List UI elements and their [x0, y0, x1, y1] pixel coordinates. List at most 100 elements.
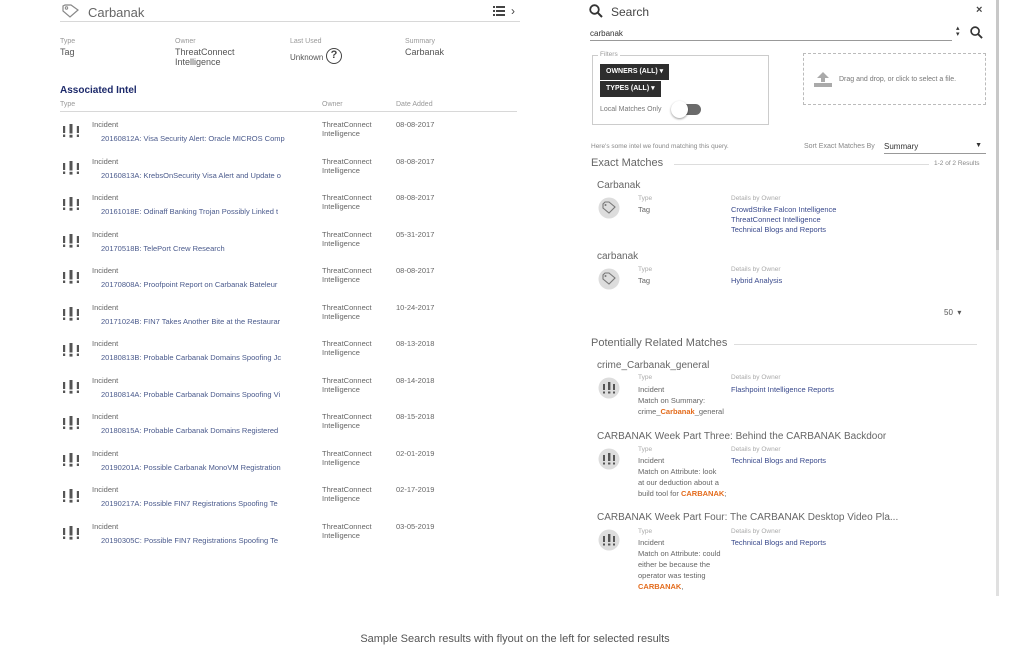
caret-down-icon: ▾ — [957, 308, 962, 317]
row-type: Incident — [92, 375, 119, 385]
incident-icon — [62, 452, 80, 469]
types-filter-button[interactable]: TYPES (ALL) ▾ — [600, 81, 661, 97]
row-name-link[interactable]: 20170518B: TelePort Crew Research — [101, 244, 301, 253]
owner-link[interactable]: Technical Blogs and Reports — [731, 225, 826, 235]
row-name-link[interactable]: 20190217A: Possible FIN7 Registrations S… — [101, 499, 301, 508]
row-name-link[interactable]: 20170808A: Proofpoint Report on Carbanak… — [101, 280, 301, 289]
table-row[interactable]: Incident 20190217A: Possible FIN7 Registr… — [60, 485, 520, 521]
row-date: 08-13-2018 — [396, 339, 435, 348]
row-date: 02-17-2019 — [396, 485, 435, 494]
meta-type-value: Tag — [60, 47, 75, 57]
list-view-icon[interactable] — [493, 6, 505, 18]
incident-icon — [62, 197, 80, 213]
search-input[interactable]: carbanak — [590, 26, 952, 41]
row-name-link[interactable]: 20190201A: Possible Carbanak MonoVM Regi… — [101, 463, 301, 472]
row-name-link[interactable]: 20180815A: Probable Carbanak Domains Reg… — [101, 426, 301, 435]
search-submit-button[interactable] — [970, 26, 983, 41]
search-panel-title: Search — [611, 5, 650, 19]
sort-label: Sort Exact Matches By — [804, 143, 875, 150]
tag-icon — [62, 4, 80, 20]
results-intro: Here's some intel we found matching this… — [591, 143, 729, 150]
exact-match-name[interactable]: carbanak — [597, 251, 638, 262]
row-type: Incident — [92, 156, 119, 166]
row-name-link[interactable]: 20171024B: FIN7 Takes Another Bite at th… — [101, 317, 301, 326]
row-date: 08-14-2018 — [396, 375, 435, 385]
meta-summary-value: Carbanak — [405, 47, 445, 57]
table-row[interactable]: Incident 20160812A: Visa Security Alert: … — [60, 120, 520, 156]
close-icon[interactable]: × — [976, 4, 982, 16]
table-row[interactable]: Incident 20170808A: Proofpoint Report on … — [60, 266, 520, 302]
file-dropzone[interactable]: Drag and drop, or click to select a file… — [803, 53, 986, 105]
row-date: 08-08-2017 — [396, 193, 435, 202]
incident-icon — [62, 343, 80, 359]
sort-select[interactable]: Summary ▼ — [884, 140, 986, 154]
owner-link[interactable]: ThreatConnect Intelligence — [731, 215, 821, 225]
search-icon — [589, 4, 603, 20]
caret-down-icon: ▾ — [659, 68, 664, 75]
row-date: 05-31-2017 — [396, 229, 435, 239]
type-label: Type — [638, 528, 653, 535]
exact-match-name[interactable]: Carbanak — [597, 180, 640, 191]
type-label: Type — [638, 195, 653, 202]
column-header-date[interactable]: Date Added — [396, 101, 433, 108]
table-row[interactable]: Incident 20190305C: Possible FIN7 Registr… — [60, 522, 520, 558]
toggle-knob — [671, 101, 688, 118]
divider — [734, 344, 977, 345]
incident-circle-icon — [598, 448, 620, 472]
related-match-name[interactable]: crime_Carbanak_general — [597, 360, 709, 371]
owner-link[interactable]: Flashpoint Intelligence Reports — [731, 385, 834, 395]
table-row[interactable]: Incident 20161018E: Odinaff Banking Troja… — [60, 193, 520, 229]
owner-link[interactable]: Technical Blogs and Reports — [731, 456, 826, 466]
row-type: Incident — [92, 302, 119, 312]
search-panel: Search × carbanak ▴ ▾ Filters OWNERS (ALL… — [586, 0, 1000, 600]
details-label: Details by Owner — [731, 528, 781, 535]
incident-icon — [62, 525, 80, 542]
column-header-type[interactable]: Type — [60, 101, 75, 108]
owner-link[interactable]: Technical Blogs and Reports — [731, 538, 826, 548]
detail-flyout: Carbanak › Type Tag Owner ThreatConnect … — [60, 0, 520, 560]
related-match-name[interactable]: CARBANAK Week Part Four: The CARBANAK De… — [597, 512, 898, 523]
meta-type-label: Type — [60, 38, 76, 45]
column-header-owner[interactable]: Owner — [322, 101, 343, 108]
row-name-link[interactable]: 20161018E: Odinaff Banking Trojan Possib… — [101, 207, 301, 216]
row-type: Incident — [92, 485, 119, 494]
tag-circle-icon — [598, 268, 620, 292]
match-snippet: build tool for CARBANAK; — [638, 489, 726, 499]
row-name-link[interactable]: 20160813A: KrebsOnSecurity Visa Alert an… — [101, 171, 301, 180]
incident-icon — [62, 270, 80, 286]
table-row[interactable]: Incident 20170518B: TelePort Crew Researc… — [60, 230, 520, 266]
help-icon[interactable]: ? — [326, 48, 342, 64]
related-match-type: Incident — [638, 538, 665, 547]
meta-last-used-value: Unknown — [290, 53, 324, 62]
chevron-right-icon[interactable]: › — [511, 4, 515, 18]
row-owner: ThreatConnect Intelligence — [322, 448, 372, 467]
table-row[interactable]: Incident 20180814A: Probable Carbanak Dom… — [60, 376, 520, 412]
row-owner: ThreatConnect Intelligence — [322, 521, 372, 540]
divider — [674, 164, 929, 165]
meta-summary-label: Summary — [405, 38, 435, 45]
row-owner: ThreatConnect Intelligence — [322, 120, 372, 138]
per-page-select[interactable]: 50 ▾ — [944, 308, 961, 317]
table-row[interactable]: Incident 20180813B: Probable Carbanak Dom… — [60, 339, 520, 375]
table-row[interactable]: Incident 20180815A: Probable Carbanak Dom… — [60, 412, 520, 448]
scrollbar-thumb[interactable] — [996, 0, 999, 250]
owner-link[interactable]: CrowdStrike Falcon Intelligence — [731, 205, 836, 215]
owner-link[interactable]: Hybrid Analysis — [731, 276, 782, 286]
exact-match-type: Tag — [638, 205, 651, 214]
row-name-link[interactable]: 20190305C: Possible FIN7 Registrations S… — [101, 536, 301, 545]
related-match-name[interactable]: CARBANAK Week Part Three: Behind the CAR… — [597, 431, 886, 442]
table-row[interactable]: Incident 20160813A: KrebsOnSecurity Visa … — [60, 157, 520, 193]
owners-filter-button[interactable]: OWNERS (ALL) ▾ — [600, 64, 670, 80]
local-matches-toggle[interactable] — [671, 101, 701, 118]
match-snippet: operator was testing — [638, 571, 706, 580]
snippet-text: , — [681, 582, 684, 591]
match-snippet: either be because the — [638, 560, 711, 569]
table-row[interactable]: Incident 20171024B: FIN7 Takes Another Bi… — [60, 303, 520, 339]
row-name-link[interactable]: 20160812A: Visa Security Alert: Oracle M… — [101, 134, 301, 143]
spinner-arrows-icon[interactable]: ▴ ▾ — [956, 25, 960, 38]
row-type: Incident — [92, 229, 119, 239]
row-name-link[interactable]: 20180814A: Probable Carbanak Domains Spo… — [101, 390, 301, 399]
row-date: 03-05-2019 — [396, 521, 435, 531]
table-row[interactable]: Incident 20190201A: Possible Carbanak Mon… — [60, 449, 520, 485]
row-name-link[interactable]: 20180813B: Probable Carbanak Domains Spo… — [101, 353, 301, 362]
